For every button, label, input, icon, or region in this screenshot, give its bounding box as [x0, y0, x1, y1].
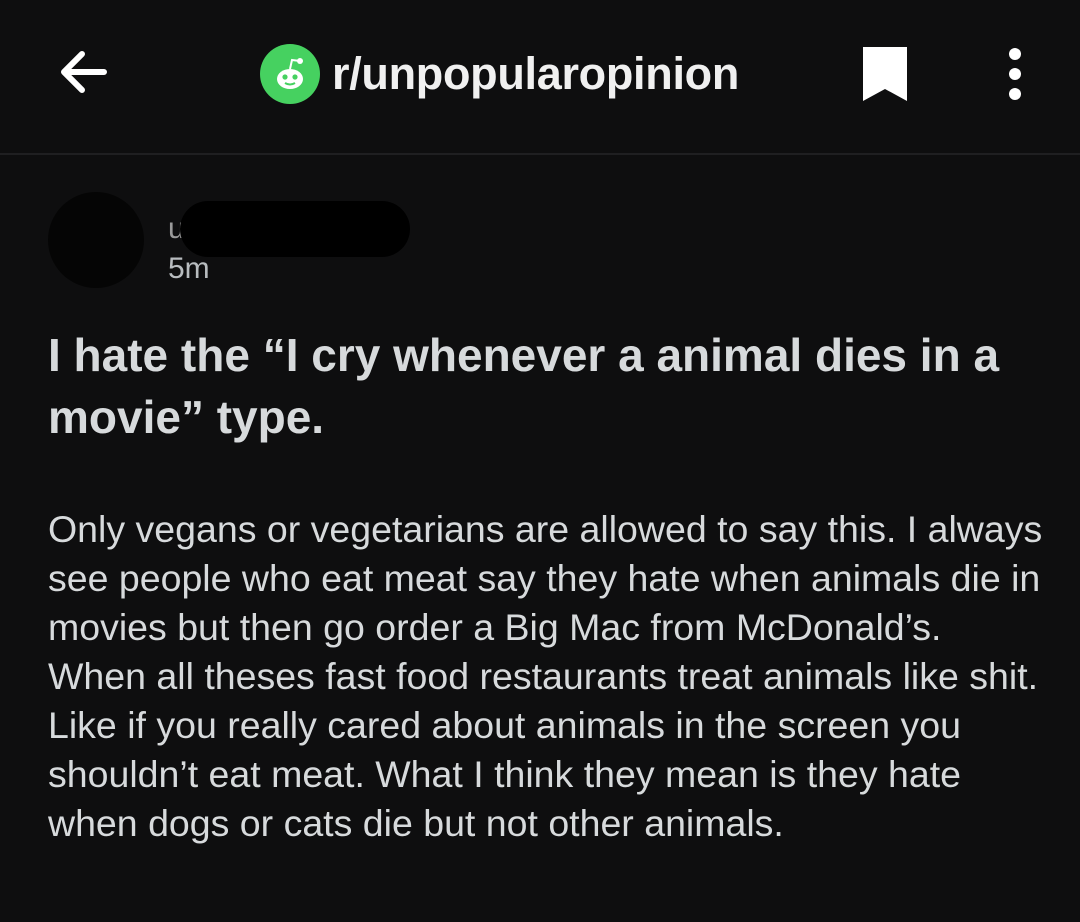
avatar[interactable] — [48, 192, 144, 288]
bookmark-icon — [863, 47, 907, 101]
subreddit-name: r/unpopularopinion — [332, 48, 740, 99]
post-title: I hate the “I cry whenever a animal dies… — [48, 329, 1000, 443]
post-body: Only vegans or vegetarians are allowed t… — [48, 508, 1043, 844]
top-app-bar: r/unpopularopinion — [0, 0, 1080, 155]
redacted-username-bar — [180, 201, 410, 257]
post-author-row: u 5m — [48, 192, 648, 292]
subreddit-header[interactable]: r/unpopularopinion — [260, 44, 739, 104]
reddit-snoo-icon — [260, 44, 320, 104]
post-timestamp: 5m — [168, 252, 210, 285]
arrow-left-icon — [61, 51, 107, 93]
back-button[interactable] — [52, 40, 116, 104]
username[interactable]: u — [168, 200, 410, 258]
more-vertical-icon — [1009, 48, 1021, 100]
more-options-button[interactable] — [988, 40, 1042, 108]
bookmark-button[interactable] — [852, 40, 918, 108]
